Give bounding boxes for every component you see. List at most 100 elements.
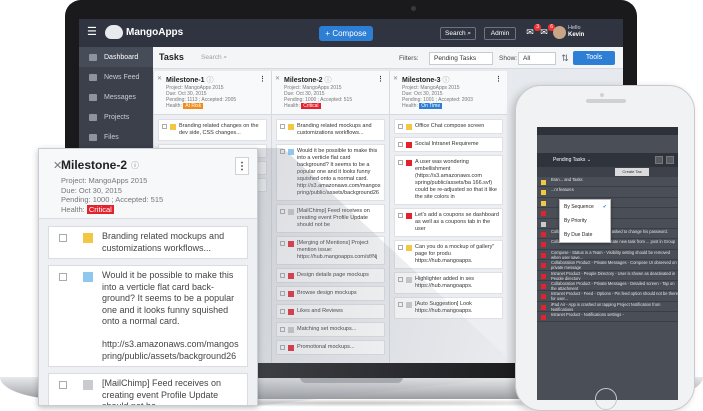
column-health-label: Health: xyxy=(284,103,300,109)
task-card[interactable]: Branding related mockups and customizati… xyxy=(48,226,248,259)
priority-swatch xyxy=(406,160,412,166)
brand[interactable]: MangoApps xyxy=(105,25,183,39)
notifications-icon[interactable]: ✉ 6 xyxy=(538,24,555,38)
overlay-health-label: Health: xyxy=(61,204,85,214)
priority-swatch xyxy=(541,242,546,248)
close-icon[interactable]: ✕ xyxy=(53,159,62,172)
column-title-text: Milestone-3 xyxy=(402,77,441,84)
overlay-due: Due: Oct 30, 2015 xyxy=(61,185,122,195)
task-checkbox[interactable] xyxy=(162,124,167,129)
phone-status-bar xyxy=(537,127,678,135)
task-checkbox[interactable] xyxy=(398,160,403,165)
phone-camera xyxy=(600,93,604,97)
info-icon[interactable]: ⓘ xyxy=(324,77,331,84)
user-greeting[interactable]: Hello Kevin xyxy=(568,25,584,39)
task-checkbox[interactable] xyxy=(398,142,403,147)
task-checkbox[interactable] xyxy=(59,234,67,242)
list-item[interactable]: Compose - Status in a Team - Visibility … xyxy=(537,249,678,261)
list-item[interactable]: Bran... and Tasks xyxy=(537,177,678,188)
list-item-text: Intranet Product - People Directory - Us… xyxy=(551,270,676,281)
overlay-project: Project: MangoApps 2015 xyxy=(61,176,148,185)
files-icon xyxy=(89,133,97,141)
column-title: Milestone-1 ⓘ xyxy=(166,75,266,85)
task-search-input[interactable]: Search ⌕ xyxy=(201,54,227,62)
priority-swatch xyxy=(406,213,412,219)
nav-item-projects[interactable]: Projects xyxy=(79,107,153,127)
messages-icon xyxy=(89,93,97,101)
more-menu-icon[interactable]: ⋮ xyxy=(495,75,502,83)
task-checkbox[interactable] xyxy=(398,245,403,250)
task-text: A user was wondering embellishment (http… xyxy=(415,159,497,200)
phone-header-icons xyxy=(655,156,674,164)
sort-option[interactable]: By Priority xyxy=(560,214,610,228)
list-item-text: iPad Air - App is crashed on tapping Pro… xyxy=(551,301,661,312)
task-card[interactable]: Social Intranet Requireme xyxy=(394,137,503,152)
list-item[interactable]: Intranet Product - Feed - Options - Pin … xyxy=(537,291,678,302)
task-card[interactable]: Would it be possible to make this into a… xyxy=(48,265,248,367)
filter-select[interactable]: Pending Tasks xyxy=(429,52,493,65)
priority-swatch xyxy=(541,211,546,217)
list-item-text: Compose - Status in a Team - Visibility … xyxy=(551,249,671,260)
create-task-button[interactable]: Create Tas xyxy=(615,168,649,176)
phone-header: Pending Tasks ⌄ xyxy=(537,153,678,167)
admin-button[interactable]: Admin xyxy=(484,27,516,40)
phone-menu-icon[interactable] xyxy=(666,156,674,164)
home-button[interactable] xyxy=(595,388,617,410)
nav-label: Messages xyxy=(104,93,136,101)
task-checkbox[interactable] xyxy=(59,273,67,281)
list-item[interactable]: Collaboration Product - Private Messages… xyxy=(537,281,678,292)
list-item[interactable]: Intranet Product - Notifications setting… xyxy=(537,312,678,323)
global-search-button[interactable]: Search ⌕ xyxy=(440,27,476,40)
task-checkbox[interactable] xyxy=(59,381,67,389)
milestone-zoom-card: ✕ Milestone-2 ⓘ ⋮ Project: MangoApps 2015… xyxy=(38,148,258,406)
hamburger-icon[interactable]: ☰ xyxy=(87,27,98,38)
close-icon[interactable]: ✕ xyxy=(393,75,398,82)
more-menu-icon[interactable]: ⋮ xyxy=(377,75,384,83)
sort-option[interactable]: By Due Date xyxy=(560,228,610,242)
chevron-down-icon[interactable]: ⌄ xyxy=(587,157,591,163)
info-icon[interactable]: ⓘ xyxy=(131,160,139,171)
phone-header-title: Pending Tasks xyxy=(553,157,586,163)
task-card[interactable]: Let's add a coupons se dashboard as well… xyxy=(394,208,503,237)
more-menu-icon[interactable]: ⋮ xyxy=(259,75,266,83)
avatar[interactable] xyxy=(553,26,566,39)
nav-item-news-feed[interactable]: News Feed xyxy=(79,67,153,87)
task-card[interactable]: [MailChimp] Feed receives on creating ev… xyxy=(48,373,248,405)
show-label: Show: xyxy=(499,55,518,62)
info-icon[interactable]: ⓘ xyxy=(206,77,213,84)
task-checkbox[interactable] xyxy=(398,124,403,129)
list-item[interactable]: Intranet Product - People Directory - Us… xyxy=(537,271,678,281)
close-icon[interactable]: ✕ xyxy=(275,75,280,82)
user-name: Kevin xyxy=(568,32,585,38)
task-card[interactable]: Branding related changes on the dev side… xyxy=(158,119,267,141)
more-menu-icon[interactable]: ⋮ xyxy=(235,157,249,175)
phone-filter-icon[interactable] xyxy=(655,156,663,164)
sort-option-label: By Priority xyxy=(564,218,587,224)
nav-item-messages[interactable]: Messages xyxy=(79,87,153,107)
phone-speaker xyxy=(586,99,626,103)
status-badge: Critical xyxy=(301,103,321,109)
list-item[interactable]: ...nt features xyxy=(537,187,678,198)
show-select[interactable]: All xyxy=(518,52,556,65)
list-item[interactable]: Collaboration Product - Private Messages… xyxy=(537,260,678,271)
nav-item-files[interactable]: Files xyxy=(79,127,153,147)
priority-swatch xyxy=(541,231,546,237)
chat-icon[interactable]: ✉ 3 xyxy=(524,24,541,38)
sort-option[interactable]: By Sequence ✔ xyxy=(560,200,610,214)
tools-button[interactable]: Tools xyxy=(573,51,615,65)
task-card[interactable]: Branding related mockups and customizati… xyxy=(276,119,385,141)
task-checkbox[interactable] xyxy=(398,213,403,218)
task-card[interactable]: A user was wondering embellishment (http… xyxy=(394,155,503,205)
task-card[interactable]: Office Chat compose screen xyxy=(394,119,503,134)
close-icon[interactable]: ✕ xyxy=(157,75,162,82)
priority-swatch xyxy=(170,124,176,130)
compose-button[interactable]: + Compose xyxy=(319,26,373,41)
nav-item-dashboard[interactable]: Dashboard xyxy=(79,47,153,67)
task-card[interactable]: Can you do a mockup of gallery" page for… xyxy=(394,240,503,269)
list-item[interactable]: iPad Air - App is crashed on tapping Pro… xyxy=(537,301,678,313)
task-checkbox[interactable] xyxy=(280,124,285,129)
greeting-text: Hello xyxy=(568,25,581,31)
sort-icon[interactable]: ⇅ xyxy=(560,53,570,63)
priority-swatch xyxy=(541,252,546,258)
info-icon[interactable]: ⓘ xyxy=(442,77,449,84)
